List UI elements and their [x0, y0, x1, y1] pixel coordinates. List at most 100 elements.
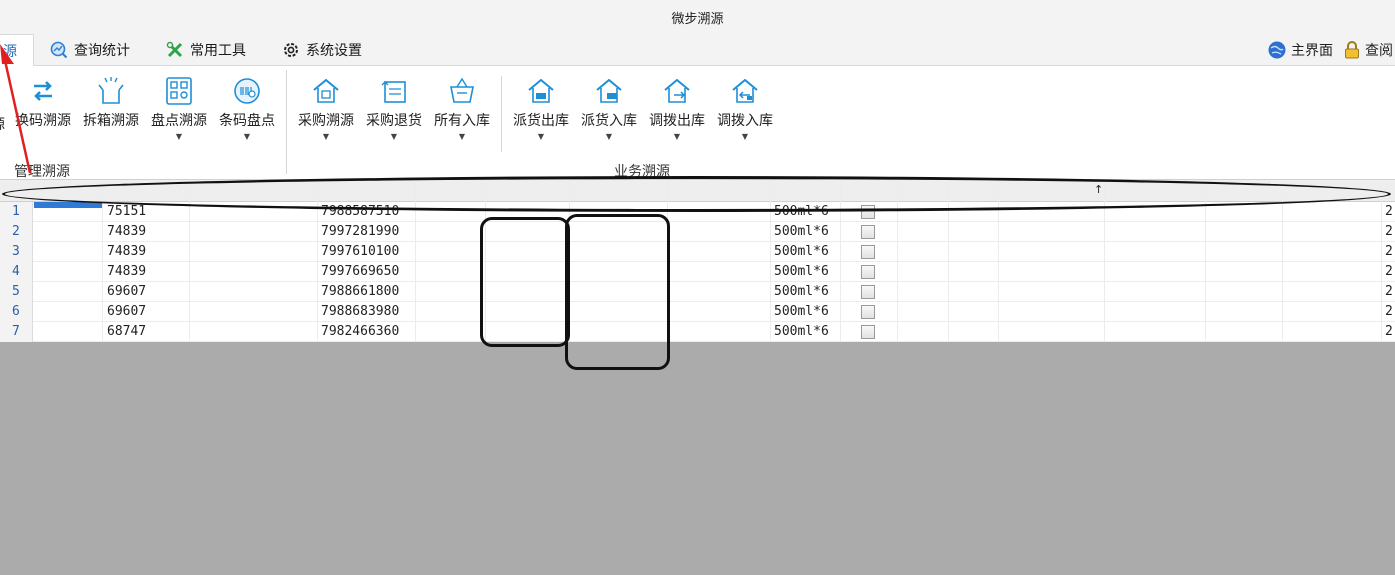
open-box-icon	[98, 77, 124, 104]
row-checkbox[interactable]	[861, 265, 875, 279]
cell-code[interactable]: 74839	[107, 222, 146, 242]
cell-barcode[interactable]: 7988587510	[321, 202, 399, 222]
cell-code[interactable]: 74839	[107, 242, 146, 262]
ribbon-button-label: 盘点溯源	[151, 113, 207, 129]
lock-icon	[1345, 41, 1359, 59]
cell-code[interactable]: 74839	[107, 262, 146, 282]
cell-spec[interactable]: 500ml*6	[774, 322, 829, 342]
purchase-return-icon	[381, 81, 406, 103]
cell-spec[interactable]: 500ml*6	[774, 242, 829, 262]
dropdown-arrow-icon[interactable]: ▼	[576, 132, 642, 141]
cell-spec[interactable]: 500ml*6	[774, 302, 829, 322]
dropdown-arrow-icon[interactable]: ▼	[214, 132, 280, 141]
basket-icon	[450, 77, 474, 103]
ribbon-button-inventory[interactable]: 盘点溯源 ▼	[146, 76, 212, 156]
ribbon-button-label: 条码盘点	[219, 113, 275, 129]
row-number[interactable]: 1	[0, 202, 33, 222]
table-row[interactable]: 2 74839 7997281990 500ml*6 2	[0, 222, 1395, 242]
tab-label: 常用工具	[190, 43, 246, 59]
row-number[interactable]: 6	[0, 302, 33, 322]
ribbon-button-purchase-return[interactable]: 采购退货 ▼	[361, 76, 427, 156]
transfer-in-icon	[732, 78, 758, 103]
ribbon-button-purchase-trace[interactable]: 采购溯源 ▼	[293, 76, 359, 156]
row-checkbox[interactable]	[861, 325, 875, 339]
row-checkbox[interactable]	[861, 205, 875, 219]
ribbon-button-transfer-in[interactable]: 调拨入库 ▼	[712, 76, 778, 156]
row-checkbox[interactable]	[861, 225, 875, 239]
dropdown-arrow-icon[interactable]: ▼	[361, 132, 427, 141]
cell-code[interactable]: 69607	[107, 282, 146, 302]
ribbon-toolbar: 源 换码溯源 拆箱溯源 盘点溯源 ▼ 条码盘点 ▼ 管理溯源 采购溯源 ▼	[0, 66, 1395, 180]
cell-barcode[interactable]: 7997281990	[321, 222, 399, 242]
ribbon-button-label: 拆箱溯源	[83, 113, 139, 129]
ribbon-button-barcode-count[interactable]: 条码盘点 ▼	[214, 76, 280, 156]
dropdown-arrow-icon[interactable]: ▼	[712, 132, 778, 141]
table-row[interactable]: 3 74839 7997610100 500ml*6 2	[0, 242, 1395, 262]
cell-barcode[interactable]: 7997610100	[321, 242, 399, 262]
cell-tail[interactable]: 2	[1385, 222, 1393, 242]
table-row[interactable]: 7 68747 7982466360 500ml*6 2	[0, 322, 1395, 342]
cell-barcode[interactable]: 7988683980	[321, 302, 399, 322]
ribbon-button-unbox[interactable]: 拆箱溯源	[78, 76, 144, 156]
cell-spec[interactable]: 500ml*6	[774, 222, 829, 242]
cell-tail[interactable]: 2	[1385, 262, 1393, 282]
main-tab-bar: 源 查询统计 常用工具 系统设置 主界面 查阅	[0, 34, 1395, 67]
cell-tail[interactable]: 2	[1385, 242, 1393, 262]
dropdown-arrow-icon[interactable]: ▼	[293, 132, 359, 141]
row-number[interactable]: 4	[0, 262, 33, 282]
cell-barcode[interactable]: 7997669650	[321, 262, 399, 282]
cell-code[interactable]: 69607	[107, 302, 146, 322]
ribbon-button-transfer-out[interactable]: 调拨出库 ▼	[644, 76, 710, 156]
dropdown-arrow-icon[interactable]: ▼	[429, 132, 495, 141]
sort-indicator-icon[interactable]: ↑	[1094, 183, 1103, 196]
ribbon-button-dispatch-in[interactable]: 派货入库 ▼	[576, 76, 642, 156]
cell-code[interactable]: 68747	[107, 322, 146, 342]
inventory-qr-icon	[166, 77, 192, 105]
selected-cell[interactable]	[34, 202, 102, 208]
grid-header: ↑	[0, 180, 1395, 202]
cell-tail[interactable]: 2	[1385, 282, 1393, 302]
app-window: 微步溯源 源 查询统计 常用工具 系统设置 主界面 查阅 换码溯源 拆箱溯源 盘…	[0, 0, 1395, 575]
ribbon-button-all-inbound[interactable]: 所有入库 ▼	[429, 76, 495, 156]
table-row[interactable]: 4 74839 7997669650 500ml*6 2	[0, 262, 1395, 282]
ribbon-button-dispatch-out[interactable]: 派货出库 ▼	[508, 76, 574, 156]
cell-spec[interactable]: 500ml*6	[774, 262, 829, 282]
row-number[interactable]: 3	[0, 242, 33, 262]
lookup-link[interactable]: 查阅	[1343, 40, 1393, 60]
header-links: 主界面 查阅	[1267, 34, 1395, 66]
transfer-out-icon	[664, 78, 690, 103]
gear-icon	[284, 43, 298, 57]
dropdown-arrow-icon[interactable]: ▼	[146, 132, 212, 141]
dropdown-arrow-icon[interactable]: ▼	[508, 132, 574, 141]
row-number[interactable]: 2	[0, 222, 33, 242]
group-label-business: 业务溯源	[614, 164, 670, 180]
table-row[interactable]: 5 69607 7988661800 500ml*6 2	[0, 282, 1395, 302]
cell-tail[interactable]: 2	[1385, 302, 1393, 322]
cell-code[interactable]: 75151	[107, 202, 146, 222]
ribbon-button-label: 所有入库	[434, 113, 490, 129]
row-number[interactable]: 7	[0, 322, 33, 342]
cell-barcode[interactable]: 7982466360	[321, 322, 399, 342]
cell-tail[interactable]: 2	[1385, 202, 1393, 222]
cell-spec[interactable]: 500ml*6	[774, 282, 829, 302]
ribbon-button-label: 派货入库	[581, 113, 637, 129]
cell-barcode[interactable]: 7988661800	[321, 282, 399, 302]
ribbon-button-label: 派货出库	[513, 113, 569, 129]
table-row[interactable]: 1 75151 7988587510 500ml*6 2	[0, 202, 1395, 222]
tab-tools[interactable]: 常用工具	[160, 34, 252, 66]
tab-label: 查询统计	[74, 43, 130, 59]
home-link[interactable]: 主界面	[1267, 40, 1333, 60]
dispatch-out-icon	[528, 78, 554, 103]
tab-query-stats[interactable]: 查询统计	[44, 34, 136, 66]
cell-spec[interactable]: 500ml*6	[774, 202, 829, 222]
row-checkbox[interactable]	[861, 305, 875, 319]
tab-settings[interactable]: 系统设置	[276, 34, 368, 66]
row-checkbox[interactable]	[861, 285, 875, 299]
row-number[interactable]: 5	[0, 282, 33, 302]
group-separator	[501, 76, 502, 152]
table-row[interactable]: 6 69607 7988683980 500ml*6 2	[0, 302, 1395, 322]
row-checkbox[interactable]	[861, 245, 875, 259]
cell-tail[interactable]: 2	[1385, 322, 1393, 342]
dropdown-arrow-icon[interactable]: ▼	[644, 132, 710, 141]
tab-label: 系统设置	[306, 43, 362, 59]
